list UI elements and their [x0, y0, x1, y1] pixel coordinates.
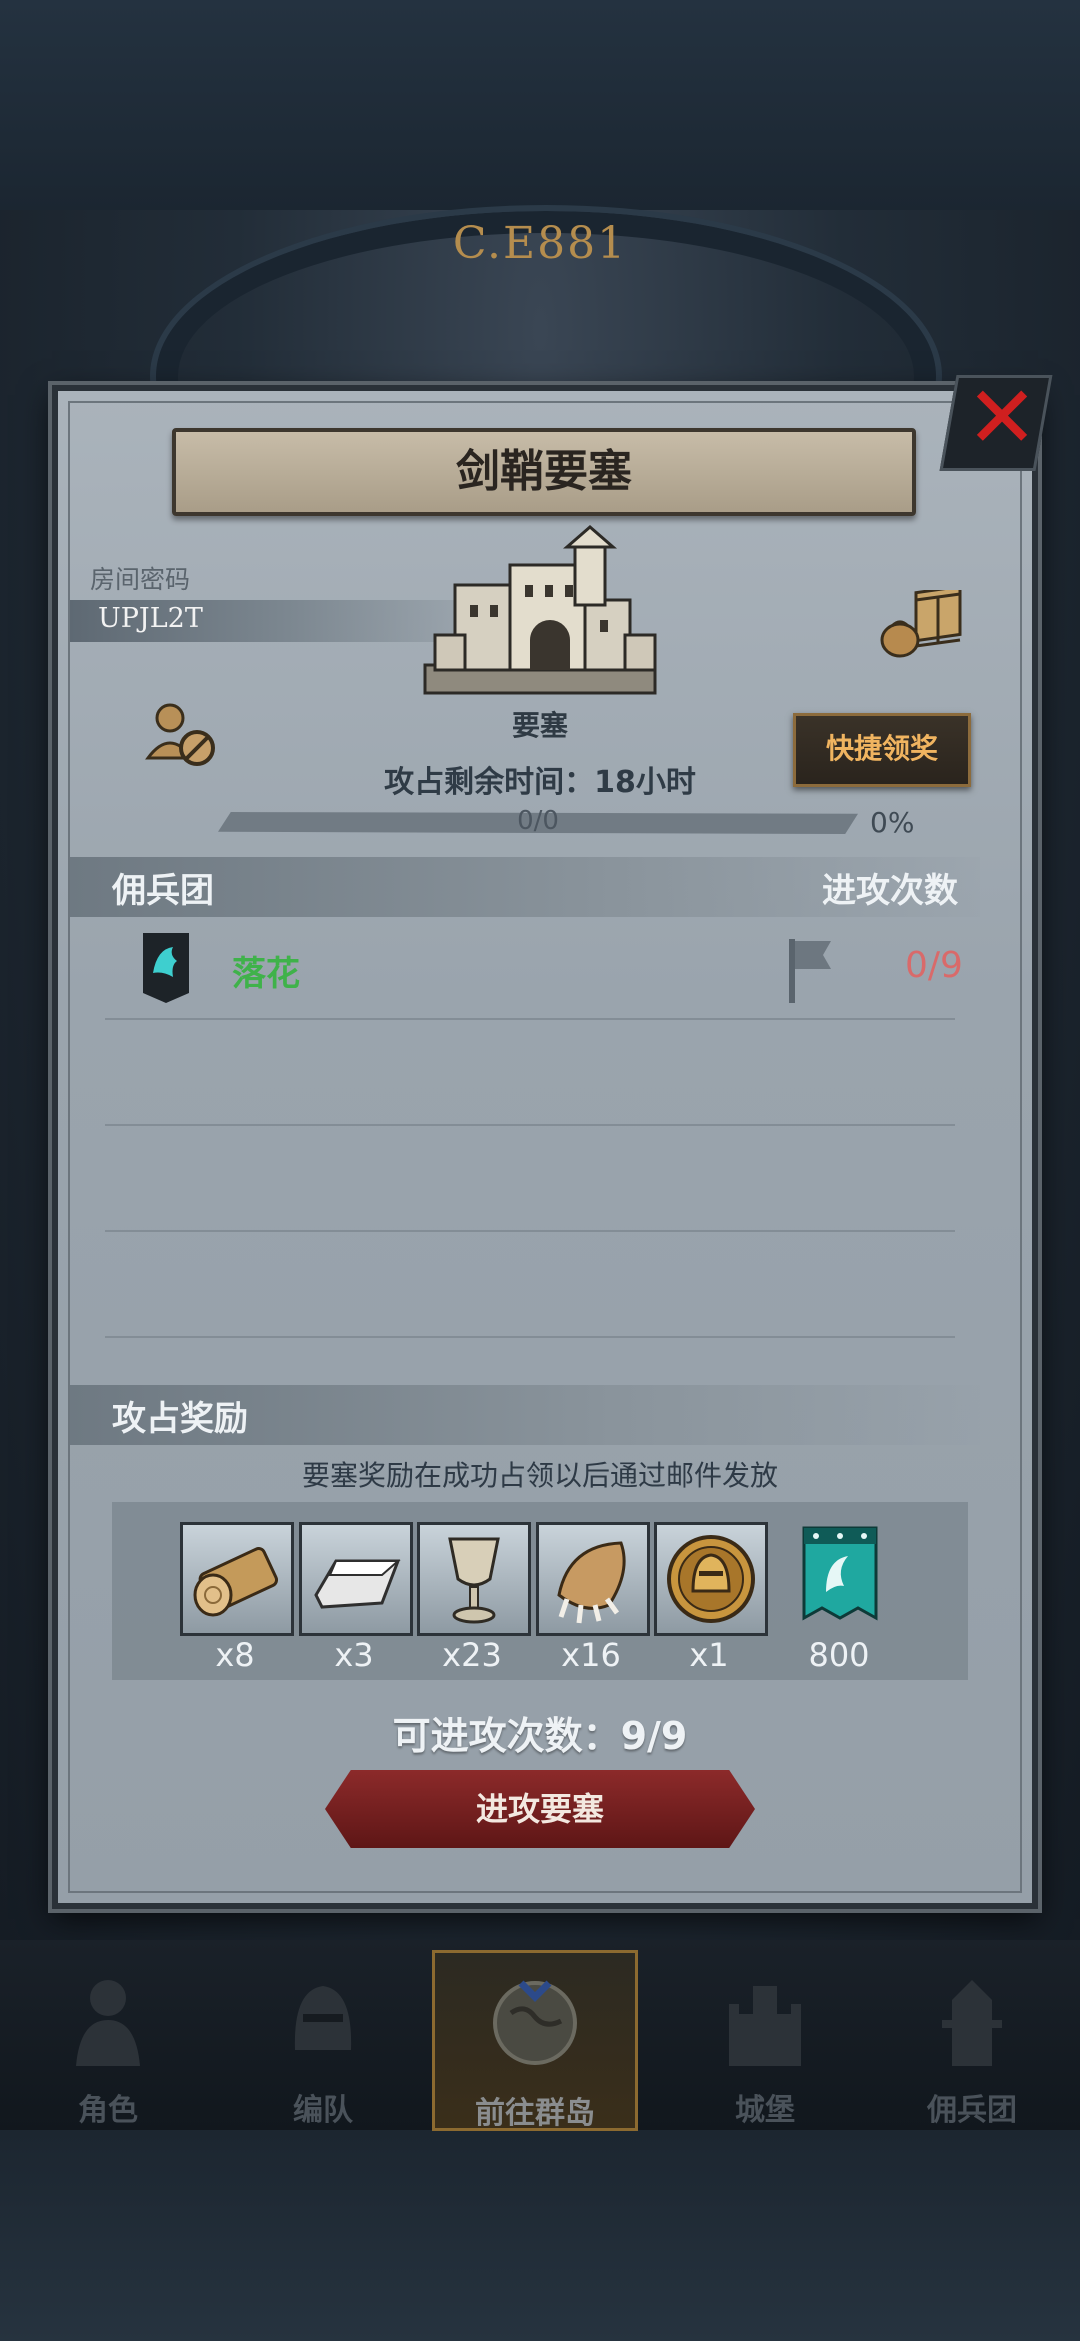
wood-log-icon: [193, 1547, 279, 1617]
flag-icon: [789, 939, 831, 1003]
close-icon[interactable]: ✕: [962, 375, 1042, 461]
reward-note: 要塞奖励在成功占领以后通过邮件发放: [301, 1459, 778, 1492]
reward-item-ingot[interactable]: [299, 1522, 413, 1636]
room-password-label: 房间密码: [90, 565, 191, 594]
reward-item-claw[interactable]: [536, 1522, 650, 1636]
row-divider: [105, 1018, 955, 1020]
dialog-title: 剑鞘要塞: [456, 446, 632, 497]
beast-claw-icon: [557, 1541, 626, 1624]
blocked-user-icon[interactable]: [145, 700, 220, 770]
nav-tab-castle[interactable]: 城堡: [665, 1950, 865, 2128]
progress-percent: 0%: [870, 806, 915, 839]
guild-section-title: 佣兵团: [112, 871, 214, 911]
helmet-icon: [294, 1986, 352, 2050]
fortress-label: 要塞: [511, 709, 568, 742]
reward-qty: x8: [215, 1636, 255, 1674]
remaining-time: 攻占剩余时间：18小时: [384, 765, 696, 800]
row-divider: [105, 1230, 955, 1232]
nav-label: 前往群岛: [475, 2096, 595, 2131]
reward-section-title: 攻占奖励: [112, 1399, 248, 1439]
reward-qty: x23: [442, 1636, 502, 1674]
nav-label: 佣兵团: [927, 2093, 1017, 2128]
attack-fortress-button[interactable]: 进攻要塞: [325, 1770, 755, 1848]
resource-bag-icon[interactable]: [878, 590, 968, 660]
reward-qty: x16: [561, 1636, 621, 1674]
knight-helmet-coin-icon: [667, 1535, 755, 1623]
nav-tab-mercenary[interactable]: 佣兵团: [872, 1950, 1072, 2128]
castle-icon: [729, 1986, 801, 2066]
nav-tab-character[interactable]: 角色: [8, 1950, 208, 2128]
room-code: UPJL2T: [98, 603, 203, 634]
nav-label: 角色: [78, 2093, 138, 2128]
iron-ingot-icon: [314, 1559, 401, 1609]
nav-label: 编队: [293, 2093, 353, 2128]
guild-emblem-icon: [143, 933, 189, 1003]
attack-count-header: 进攻次数: [822, 871, 958, 911]
row-divider: [105, 1336, 955, 1338]
nav-tab-islands[interactable]: 前往群岛: [432, 1950, 638, 2131]
reward-item-guild-banner[interactable]: [786, 1522, 894, 1630]
reward-qty: 800: [808, 1636, 870, 1674]
reward-item-goblet[interactable]: [417, 1522, 531, 1636]
year-label: C.E881: [452, 218, 628, 269]
guild-banner-icon: [802, 1526, 878, 1621]
reward-item-wood[interactable]: [180, 1522, 294, 1636]
reward-item-helmet-coin[interactable]: [654, 1522, 768, 1636]
guild-attack-count: 0/9: [905, 945, 963, 986]
goblet-icon: [448, 1537, 500, 1624]
top-background: [0, 0, 1080, 210]
nav-tab-formation[interactable]: 编队: [223, 1950, 423, 2128]
globe-icon: [493, 1980, 577, 2065]
bottom-background: [0, 2130, 1080, 2341]
fortress-icon: [423, 525, 657, 695]
remaining-attempts: 可进攻次数：9/9: [392, 1714, 688, 1758]
reward-qty: x3: [334, 1636, 374, 1674]
mercenary-icon: [942, 1980, 1002, 2066]
reward-qty: x1: [689, 1636, 729, 1674]
knight-icon: [76, 1980, 140, 2066]
row-divider: [105, 1124, 955, 1126]
nav-label: 城堡: [735, 2093, 795, 2128]
guild-name: 落花: [232, 954, 300, 994]
progress-count: 0/0: [517, 806, 559, 836]
quick-claim-button[interactable]: 快捷领奖: [793, 713, 971, 787]
